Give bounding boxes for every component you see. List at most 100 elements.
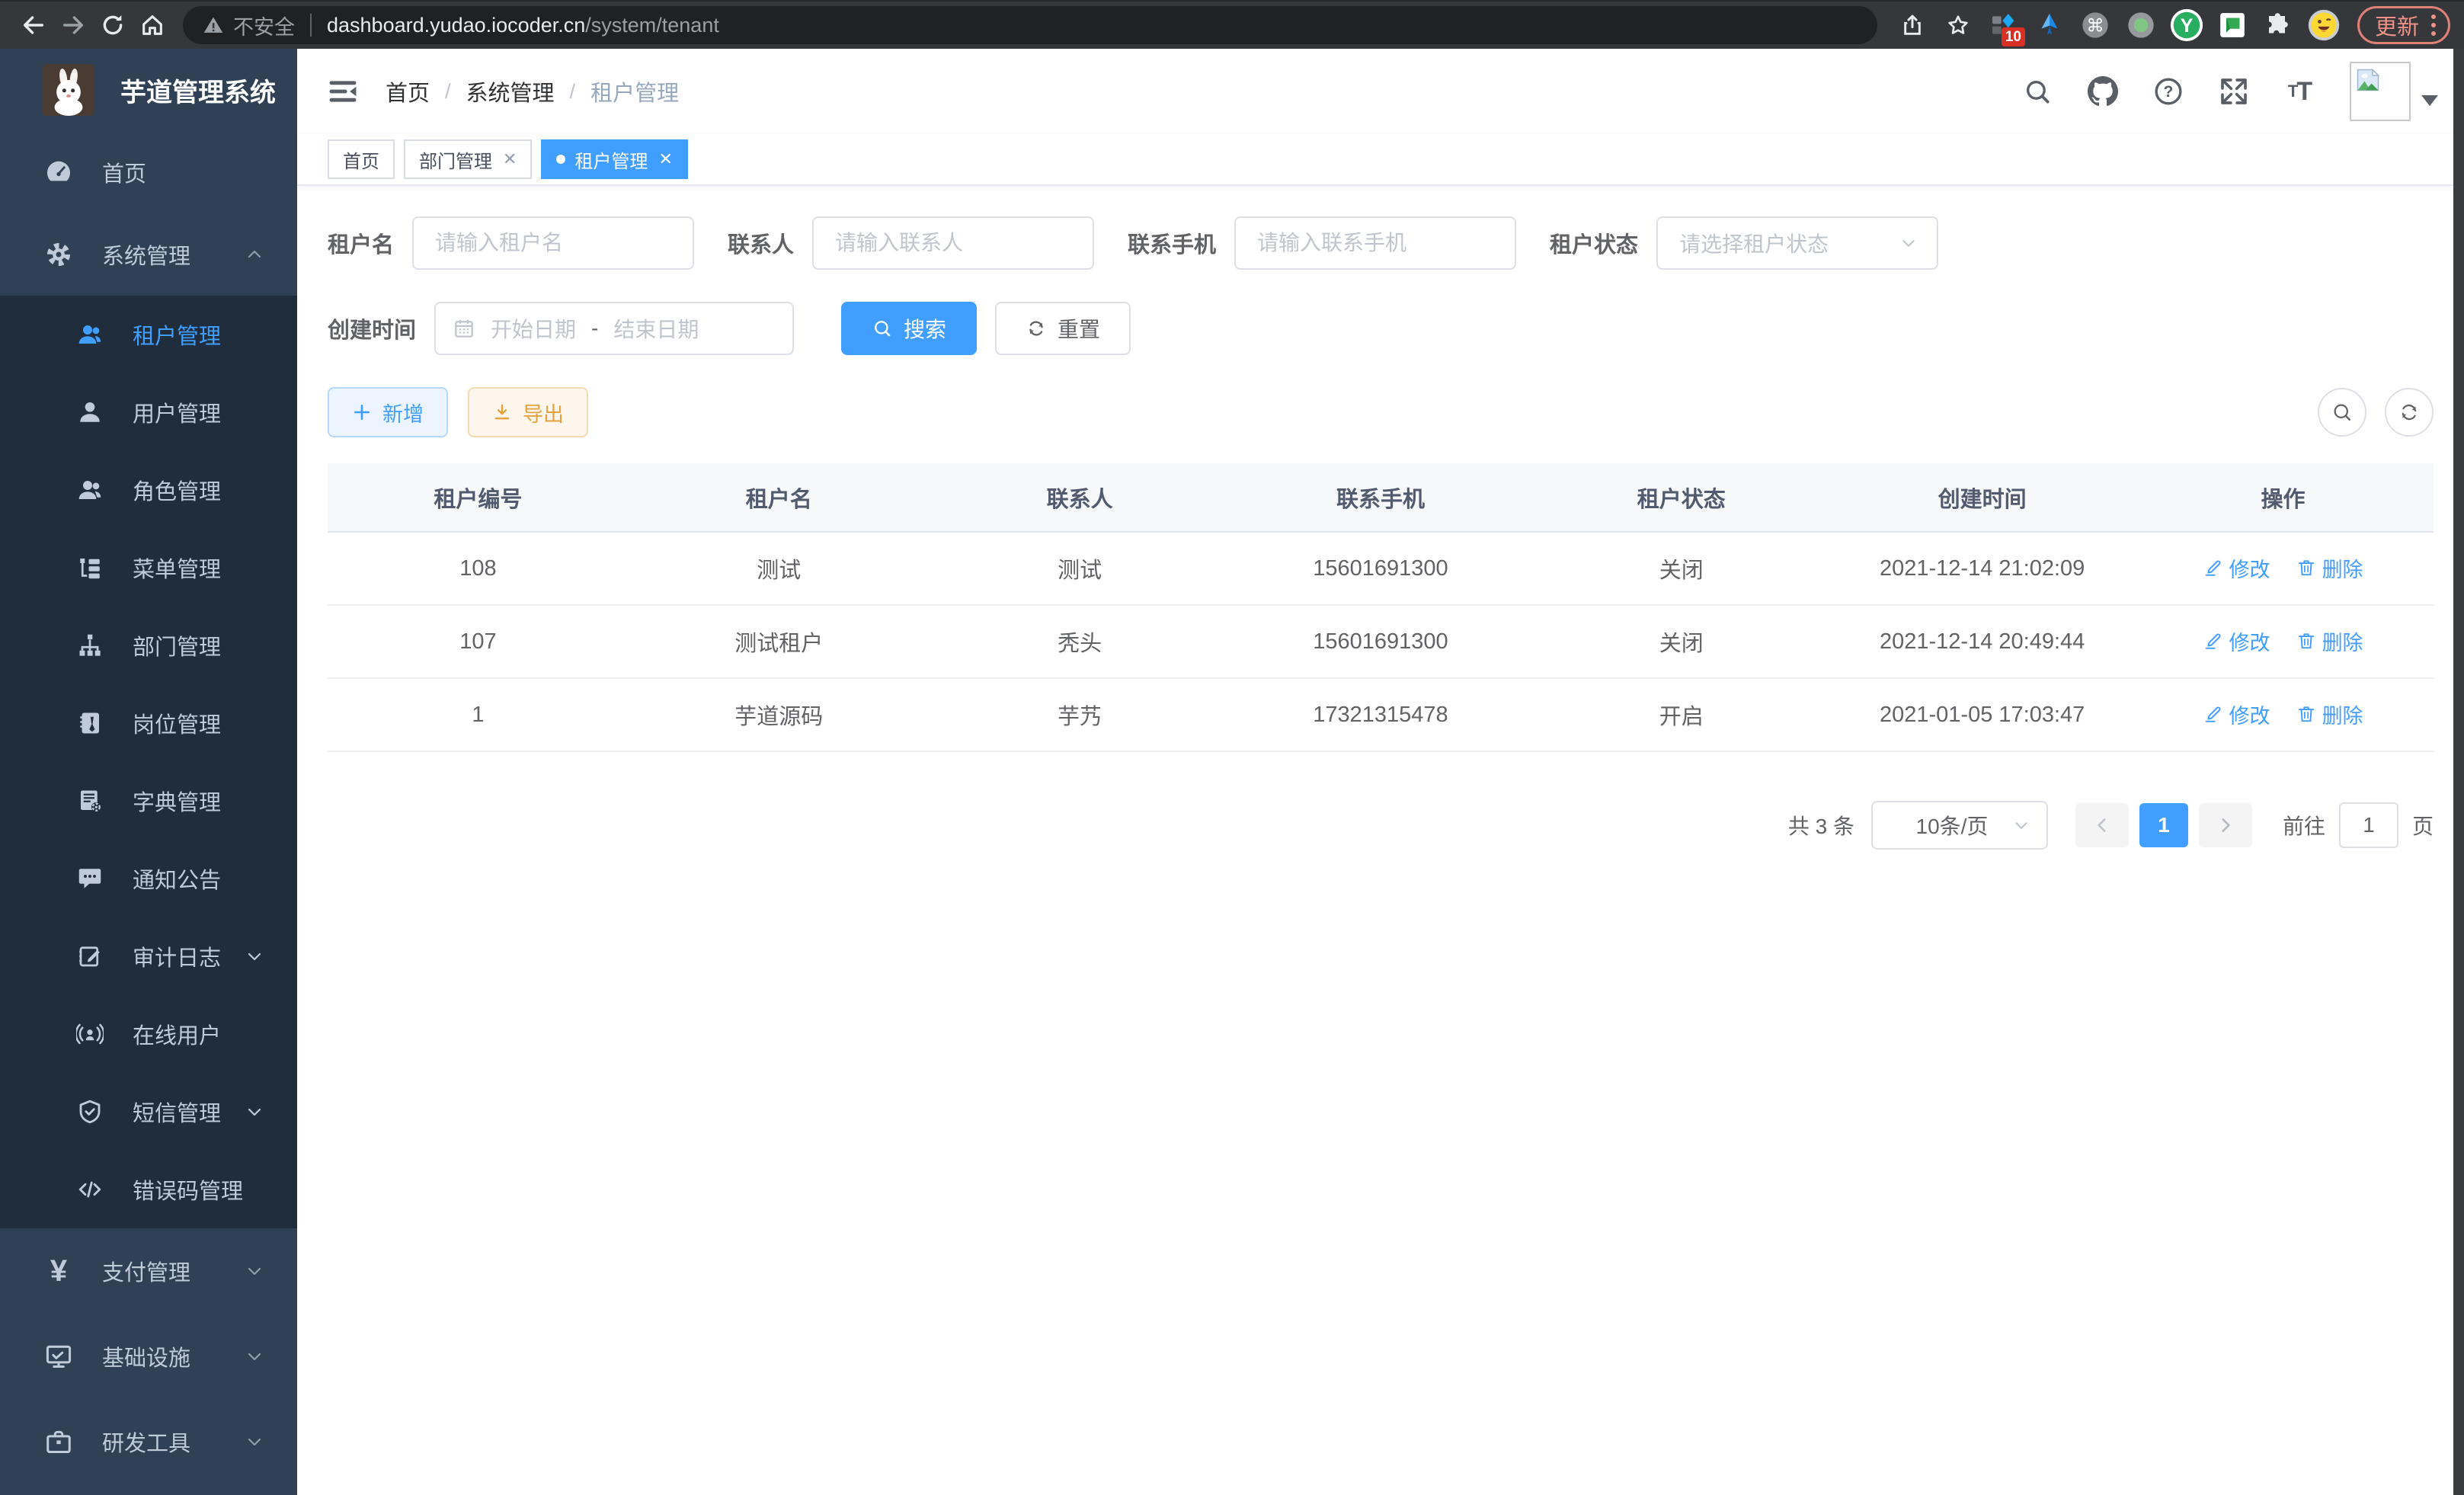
extension-green-dot-icon[interactable]	[2121, 5, 2161, 45]
date-range-picker[interactable]: 开始日期 - 结束日期	[434, 302, 794, 355]
edit-link[interactable]: 修改	[2203, 626, 2270, 656]
current-page-button[interactable]: 1	[2139, 803, 2188, 847]
address-bar[interactable]: 不安全 dashboard.yudao.iocoder.cn/system/te…	[183, 6, 1877, 44]
app-logo-row[interactable]: 芋道管理系统	[0, 49, 297, 131]
extension-y-icon[interactable]: Y	[2167, 5, 2206, 45]
browser-home-button[interactable]	[133, 5, 172, 45]
monitor-icon	[44, 1342, 73, 1371]
tab-home[interactable]: 首页	[328, 139, 395, 179]
sidebar-item-role[interactable]: 角色管理	[0, 451, 297, 529]
online-user-icon	[76, 1020, 104, 1048]
sidebar-item-dict[interactable]: 字典管理	[0, 762, 297, 840]
fullscreen-icon	[2219, 76, 2249, 107]
sidebar-item-user[interactable]: 用户管理	[0, 373, 297, 451]
delete-link[interactable]: 删除	[2296, 699, 2363, 729]
main-area: 首页 / 系统管理 / 租户管理 ?	[297, 49, 2464, 1495]
sidebar-item-dept[interactable]: 部门管理	[0, 607, 297, 684]
sidebar-item-online-users[interactable]: 在线用户	[0, 995, 297, 1073]
contact-input[interactable]	[812, 216, 1094, 270]
delete-link[interactable]: 删除	[2296, 553, 2363, 583]
sidebar-item-home[interactable]: 首页	[0, 131, 297, 213]
sidebar-item-label: 审计日志	[133, 940, 221, 972]
toggle-search-button[interactable]	[2318, 388, 2366, 437]
plus-icon	[352, 402, 372, 422]
table-row: 1 芋道源码 芋艿 17321315478 开启 2021-01-05 17:0…	[328, 678, 2434, 751]
pencil-icon	[2203, 631, 2223, 651]
mobile-label: 联系手机	[1128, 227, 1216, 259]
user-avatar-menu[interactable]	[2350, 62, 2438, 121]
breadcrumb-system[interactable]: 系统管理	[466, 75, 555, 107]
delete-link[interactable]: 删除	[2296, 626, 2363, 656]
avatar[interactable]	[2350, 62, 2411, 121]
sidebar-item-payment[interactable]: ¥ 支付管理	[0, 1228, 297, 1314]
cell-contact: 测试	[930, 532, 1230, 605]
sidebar-item-system[interactable]: 系统管理	[0, 213, 297, 296]
tenant-name-input[interactable]	[412, 216, 694, 270]
sidebar-item-tenant[interactable]: 租户管理	[0, 296, 297, 373]
col-tenant-name: 租户名	[629, 463, 930, 532]
sidebar-item-sms[interactable]: 短信管理	[0, 1073, 297, 1151]
browser-actions: 10 ⌘ Y 更新	[1893, 5, 2450, 45]
arrow-right-icon	[60, 12, 86, 38]
sidebar-item-error-code[interactable]: 错误码管理	[0, 1151, 297, 1228]
code-icon	[76, 1176, 104, 1203]
tab-close-icon[interactable]: ✕	[658, 149, 672, 169]
sidebar-item-notice[interactable]: 通知公告	[0, 840, 297, 917]
help-button[interactable]: ?	[2153, 76, 2184, 107]
tab-dept[interactable]: 部门管理 ✕	[404, 139, 532, 179]
next-page-button[interactable]	[2199, 803, 2252, 847]
extension-tasks-icon[interactable]: 10	[1984, 5, 2024, 45]
sidebar-item-infrastructure[interactable]: 基础设施	[0, 1314, 297, 1399]
browser-menu-icon[interactable]	[2431, 14, 2436, 36]
github-link[interactable]	[2088, 76, 2118, 107]
prev-page-button[interactable]	[2075, 803, 2129, 847]
status-select[interactable]: 请选择租户状态	[1656, 216, 1938, 270]
extension-chat-icon[interactable]	[2213, 5, 2252, 45]
browser-reload-button[interactable]	[93, 5, 133, 45]
cell-status: 关闭	[1531, 605, 1832, 678]
select-caret-icon	[1899, 233, 1918, 253]
export-button[interactable]: 导出	[468, 387, 588, 437]
sidebar-item-menu[interactable]: 菜单管理	[0, 529, 297, 607]
profile-avatar-icon[interactable]	[2304, 5, 2344, 45]
extension-kite-icon[interactable]	[2030, 5, 2069, 45]
extensions-puzzle-icon[interactable]	[2258, 5, 2298, 45]
edit-link[interactable]: 修改	[2203, 553, 2270, 583]
users-icon	[76, 321, 104, 348]
y-circle-icon: Y	[2169, 8, 2204, 43]
tab-close-icon[interactable]: ✕	[503, 149, 517, 169]
sidebar-item-label: 系统管理	[102, 238, 190, 271]
browser-update-button[interactable]: 更新	[2357, 6, 2450, 44]
tab-tenant[interactable]: 租户管理 ✕	[541, 139, 687, 179]
site-security-section[interactable]: 不安全	[203, 11, 295, 40]
sidebar-item-devtools[interactable]: 研发工具	[0, 1399, 297, 1484]
add-button[interactable]: 新增	[328, 387, 448, 437]
sidebar-item-post[interactable]: 岗位管理	[0, 684, 297, 762]
date-range-separator: -	[591, 316, 598, 341]
tab-label: 部门管理	[419, 146, 492, 173]
refresh-table-button[interactable]	[2385, 388, 2434, 437]
page-size-select[interactable]: 10条/页	[1871, 801, 2048, 850]
share-button[interactable]	[1893, 5, 1932, 45]
extension-command-icon[interactable]: ⌘	[2075, 5, 2115, 45]
contact-label: 联系人	[728, 227, 794, 259]
mobile-input[interactable]	[1234, 216, 1516, 270]
gear-icon	[44, 240, 73, 269]
refresh-icon	[1026, 318, 1047, 339]
search-button[interactable]: 搜索	[841, 302, 977, 355]
edit-link[interactable]: 修改	[2203, 699, 2270, 729]
goto-label: 前往	[2283, 810, 2325, 840]
goto-page-input[interactable]	[2339, 802, 2398, 848]
reset-button[interactable]: 重置	[995, 302, 1131, 355]
browser-forward-button[interactable]	[53, 5, 93, 45]
breadcrumb-home[interactable]: 首页	[386, 75, 430, 107]
font-size-button[interactable]: TT	[2284, 76, 2315, 107]
table-tools	[2318, 388, 2434, 437]
bookmark-button[interactable]	[1938, 5, 1978, 45]
sidebar-toggle-button[interactable]	[323, 72, 363, 111]
browser-back-button[interactable]	[14, 5, 53, 45]
fullscreen-button[interactable]	[2219, 76, 2249, 107]
sidebar-item-audit-log[interactable]: 审计日志	[0, 917, 297, 995]
sidebar-item-label: 字典管理	[133, 785, 221, 817]
header-search-button[interactable]	[2022, 76, 2053, 107]
